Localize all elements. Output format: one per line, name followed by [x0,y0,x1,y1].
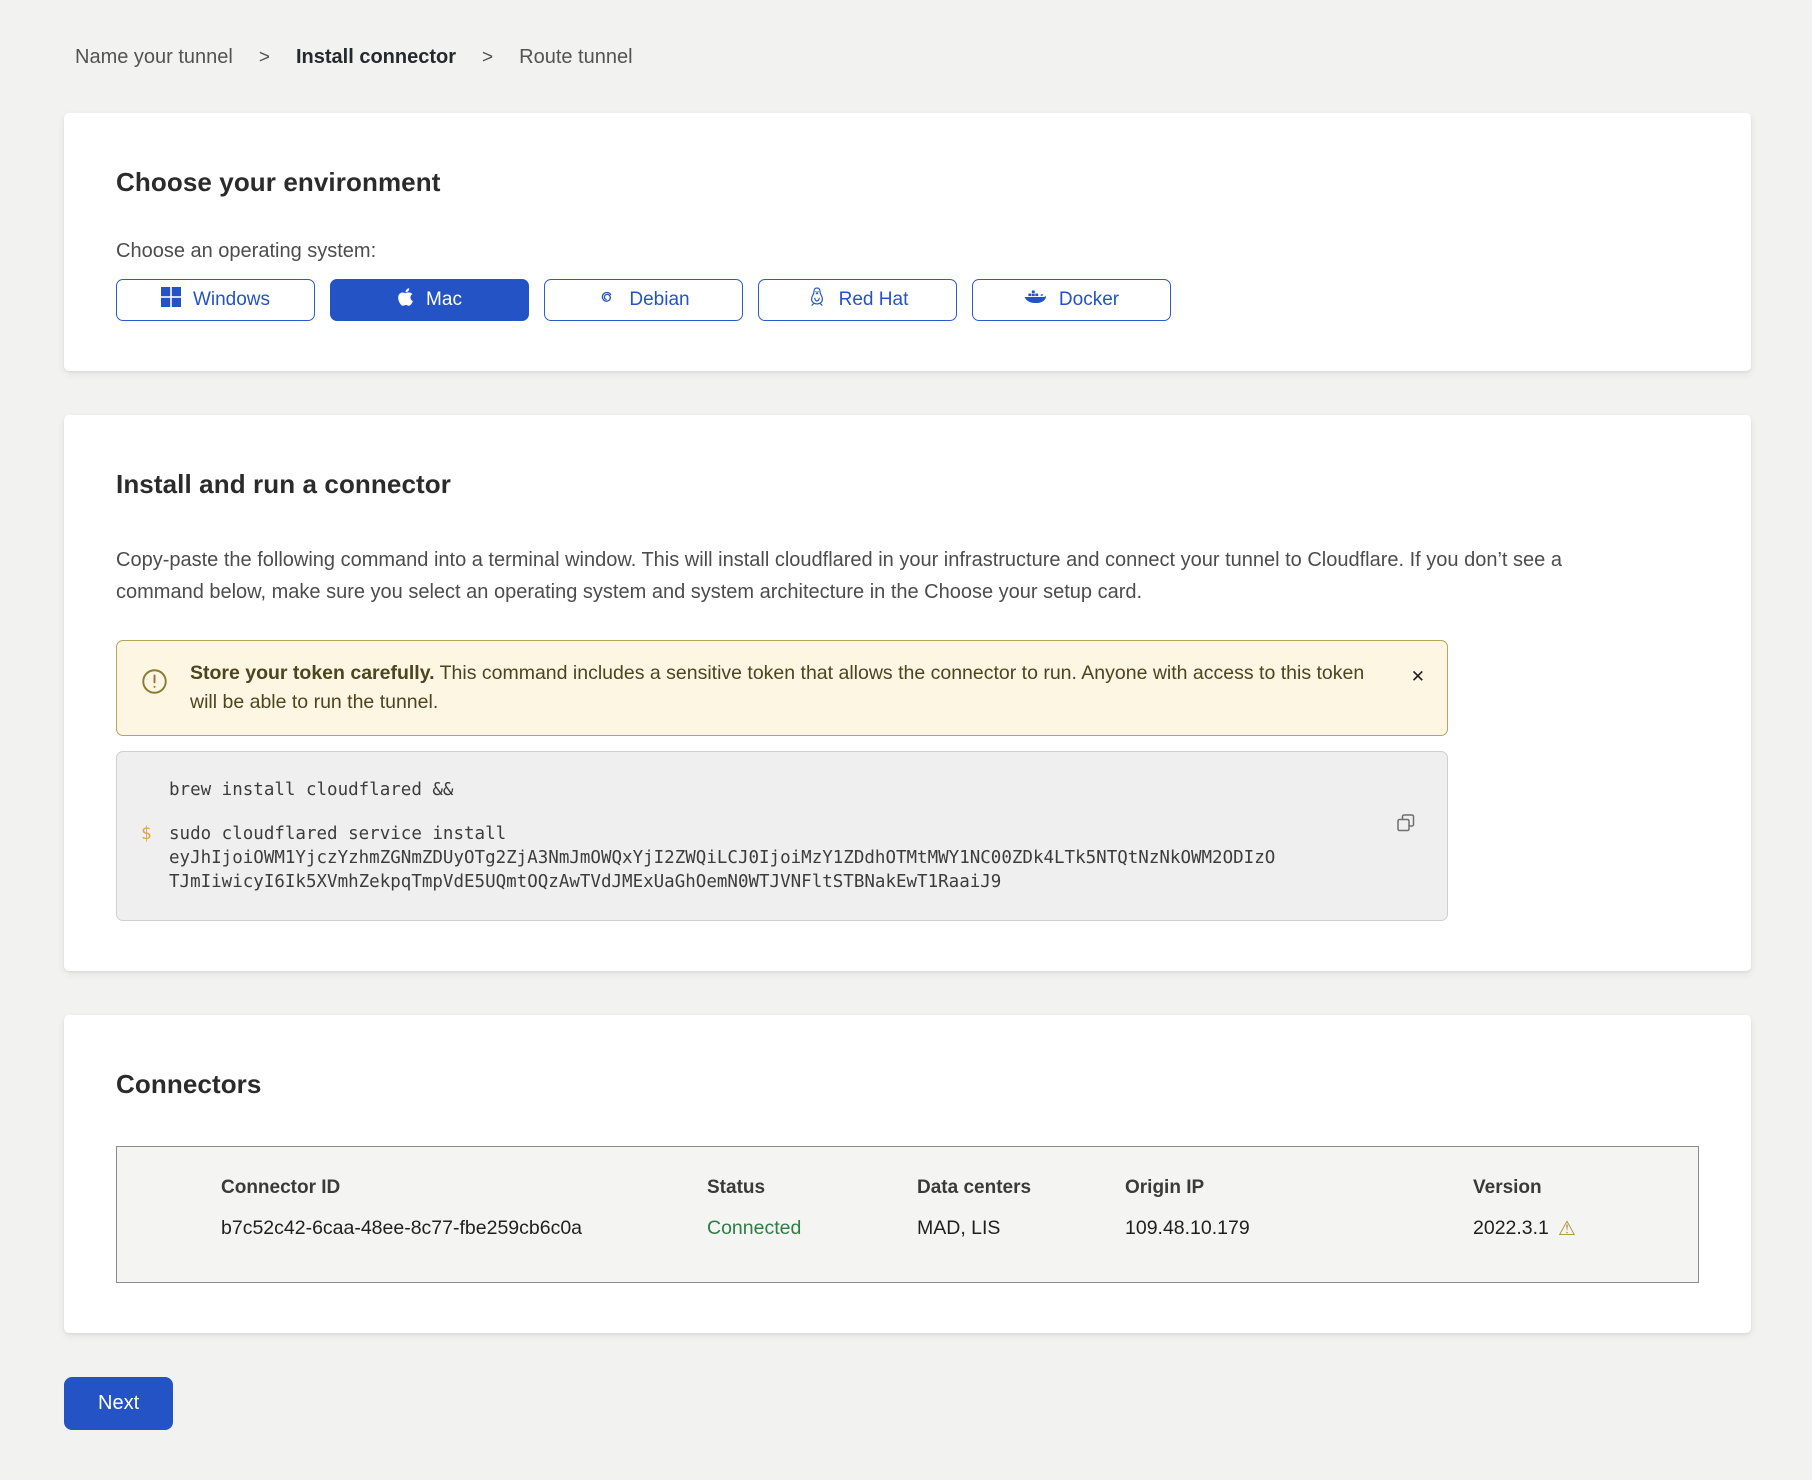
connector-data-centers-value: MAD, LIS [917,1217,1125,1240]
connectors-table-header: Connector ID Status Data centers Origin … [221,1177,1698,1199]
breadcrumb-route-tunnel[interactable]: Route tunnel [519,46,632,69]
shell-prompt: $ [141,822,152,846]
connectors-table: Connector ID Status Data centers Origin … [116,1146,1699,1283]
windows-icon [161,287,181,313]
install-description-line2: command below, make sure you select an o… [116,581,1142,603]
col-status: Status [707,1177,917,1199]
command-line-service-install: $ sudo cloudflared service install eyJhI… [169,822,1357,894]
os-button-label: Debian [629,289,689,311]
token-line-1: eyJhIjoiOWM1YjczYzhmZGNmZDUyOTg2ZjA3NmJm… [169,848,1275,868]
connectors-card: Connectors Connector ID Status Data cent… [64,1015,1751,1333]
breadcrumb: Name your tunnel > Install connector > R… [64,46,1751,69]
command-text: sudo cloudflared service install eyJhIjo… [169,822,1357,894]
os-button-windows[interactable]: Windows [116,279,315,321]
choose-environment-title: Choose your environment [116,167,1699,198]
token-line-2: TJmIiwicyI6Ik5XVmhZekpqTmpVdE5UQmtOQzAwT… [169,872,1001,892]
os-button-label: Windows [193,289,270,311]
connector-version-value: 2022.3.1 ⚠ [1473,1216,1698,1240]
col-version: Version [1473,1177,1698,1199]
col-origin-ip: Origin IP [1125,1177,1473,1199]
install-connector-title: Install and run a connector [116,469,1699,500]
os-label: Choose an operating system: [116,240,1699,263]
os-button-label: Mac [426,289,462,311]
os-button-group: Windows Mac Debian [116,279,1699,321]
connector-id-value: b7c52c42-6caa-48ee-8c77-fbe259cb6c0a [221,1217,707,1240]
next-button[interactable]: Next [64,1377,173,1430]
version-number: 2022.3.1 [1473,1217,1549,1240]
version-warning-icon: ⚠ [1558,1216,1576,1240]
apple-icon [397,287,414,313]
connector-origin-ip-value: 109.48.10.179 [1125,1217,1473,1240]
col-connector-id: Connector ID [221,1177,707,1199]
command-sudo-line: sudo cloudflared service install [169,824,506,844]
install-description-line1: Copy-paste the following command into a … [116,549,1562,571]
token-warning-line2: will be able to run the tunnel. [190,691,438,713]
token-warning-line1: This command includes a sensitive token … [435,662,1365,684]
choose-environment-card: Choose your environment Choose an operat… [64,113,1751,371]
install-connector-card: Install and run a connector Copy-paste t… [64,415,1751,971]
install-description: Copy-paste the following command into a … [116,544,1699,608]
os-button-debian[interactable]: Debian [544,279,743,321]
command-line-brew: brew install cloudflared && [169,778,1357,802]
os-button-label: Docker [1059,289,1119,311]
tux-penguin-icon [807,286,827,314]
token-warning-lead: Store your token carefully. [190,662,435,684]
os-button-redhat[interactable]: Red Hat [758,279,957,321]
connector-status-value: Connected [707,1217,917,1240]
tunnel-setup-page: Name your tunnel > Install connector > R… [0,0,1812,1470]
token-warning-banner: Store your token carefully. This command… [116,640,1448,736]
os-button-mac[interactable]: Mac [330,279,529,321]
copy-icon[interactable] [1395,812,1417,837]
breadcrumb-name-your-tunnel[interactable]: Name your tunnel [75,46,233,69]
breadcrumb-separator: > [259,47,270,69]
close-icon[interactable]: ✕ [1411,667,1425,687]
breadcrumb-separator: > [482,47,493,69]
os-button-label: Red Hat [839,289,909,311]
token-warning-text: Store your token carefully. This command… [190,659,1393,717]
docker-whale-icon [1024,289,1047,312]
connectors-title: Connectors [116,1069,1699,1100]
connector-table-row: b7c52c42-6caa-48ee-8c77-fbe259cb6c0a Con… [221,1216,1698,1240]
os-button-docker[interactable]: Docker [972,279,1171,321]
install-command-code-block: brew install cloudflared && $ sudo cloud… [116,751,1448,921]
breadcrumb-install-connector[interactable]: Install connector [296,46,456,69]
debian-icon [597,287,617,313]
alert-circle-icon [141,668,168,700]
col-data-centers: Data centers [917,1177,1125,1199]
